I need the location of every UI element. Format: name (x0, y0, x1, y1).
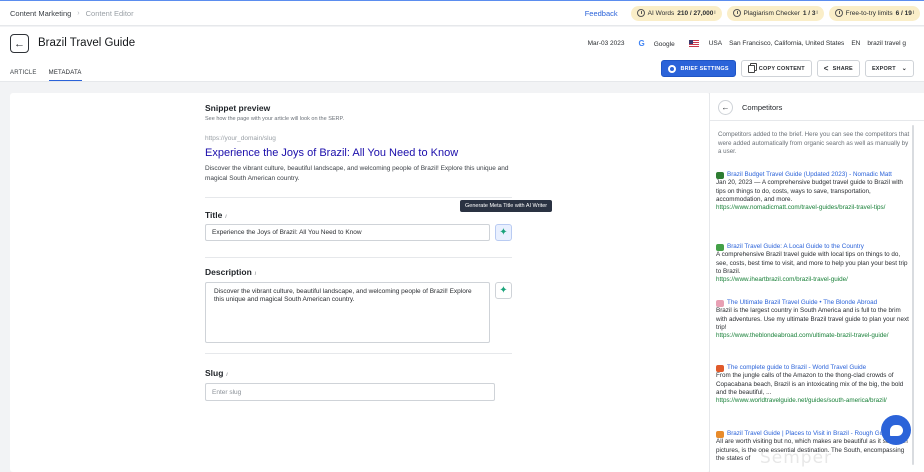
scrollbar[interactable] (912, 125, 914, 465)
snippet-subtitle: See how the page with your article will … (205, 116, 345, 122)
favicon-icon (716, 172, 724, 179)
ai-writer-tooltip: Generate Meta Title with AI Writer (460, 200, 553, 212)
snippet-title: Experience the Joys of Brazil: All You N… (205, 147, 459, 159)
competitor-link[interactable]: Brazil Travel Guide: A Local Guide to th… (716, 243, 912, 251)
top-bar: Content Marketing › Content Editor Feedb… (0, 0, 924, 26)
snippet-url: https://your_domain/slug (205, 135, 276, 142)
copy-icon (747, 64, 755, 73)
competitor-url[interactable]: https://www.worldtravelguide.net/guides/… (716, 397, 912, 405)
info-icon: i (714, 10, 716, 16)
competitor-item: Brazil Travel Guide: A Local Guide to th… (716, 243, 912, 284)
generate-title-ai-button[interactable]: ✦ (495, 224, 512, 241)
description-label: Description i (205, 267, 256, 277)
copy-content-button[interactable]: COPY CONTENT (740, 60, 812, 77)
arrow-left-icon: ← (14, 37, 25, 50)
favicon-icon (716, 244, 724, 251)
title-input[interactable]: Experience the Joys of Brazil: All You N… (205, 224, 490, 241)
share-button[interactable]: < SHARE (816, 60, 860, 77)
snippet-heading: Snippet preview (205, 103, 271, 113)
competitors-description: Competitors added to the brief. Here you… (718, 131, 910, 155)
clock-icon (636, 9, 645, 17)
sparkle-icon: ✦ (499, 285, 508, 296)
info-icon: i (254, 271, 256, 277)
divider (205, 197, 512, 198)
competitor-link[interactable]: Brazil Budget Travel Guide (Updated 2023… (716, 171, 912, 179)
page-title: Brazil Travel Guide (38, 37, 136, 49)
favicon-icon (716, 300, 724, 307)
generate-description-ai-button[interactable]: ✦ (495, 282, 512, 299)
snippet-description: Discover the vibrant culture, beautiful … (205, 165, 509, 182)
brief-meta: Mar-03 2023 G Google USA San Francisco, C… (581, 39, 906, 48)
competitor-url[interactable]: https://www.theblondeabroad.com/ultimate… (716, 332, 912, 340)
competitors-back-button[interactable]: ← (718, 100, 733, 115)
slug-label: Slug i (205, 368, 228, 378)
info-icon: i (225, 214, 227, 220)
watermark: Semper (760, 448, 833, 468)
feedback-link[interactable]: Feedback (585, 9, 618, 18)
country: USA (682, 39, 722, 47)
share-icon: < (823, 64, 829, 73)
chat-bubble-icon (889, 424, 903, 436)
competitors-header: ← Competitors (710, 93, 924, 121)
sparkle-icon: ✦ (499, 227, 508, 238)
google-icon: G (638, 39, 645, 48)
header-actions: BRIEF SETTINGS COPY CONTENT < SHARE EXPOR… (656, 60, 914, 77)
us-flag-icon (688, 39, 699, 47)
description-textarea[interactable]: Discover the vibrant culture, beautiful … (205, 282, 490, 343)
plagiarism-badge[interactable]: Plagiarism Checker 1 / 3i (726, 5, 824, 21)
divider (205, 353, 512, 354)
location: San Francisco, California, United States (729, 40, 845, 47)
breadcrumb-content-marketing[interactable]: Content Marketing (10, 9, 71, 18)
brief-date: Mar-03 2023 (587, 40, 625, 47)
competitor-item: Brazil Budget Travel Guide (Updated 2023… (716, 171, 912, 212)
back-button[interactable]: ← (10, 34, 29, 53)
metadata-panel: Snippet preview See how the page with yo… (10, 93, 710, 472)
info-icon: i (816, 10, 818, 16)
chat-widget-button[interactable] (881, 415, 911, 445)
competitor-url[interactable]: https://www.iheartbrazil.com/brazil-trav… (716, 276, 912, 284)
tab-article[interactable]: ARTICLE (10, 70, 37, 81)
export-button[interactable]: EXPORT ⌄ (864, 60, 914, 77)
competitor-link[interactable]: The Ultimate Brazil Travel Guide • The B… (716, 299, 912, 307)
info-icon: i (912, 10, 914, 16)
free-try-badge[interactable]: Free-to-try limits 6 / 19 i (828, 5, 920, 21)
brief-settings-button[interactable]: BRIEF SETTINGS (661, 60, 736, 77)
competitor-item: The complete guide to Brazil - World Tra… (716, 364, 912, 405)
clock-icon (834, 9, 843, 17)
competitor-link[interactable]: The complete guide to Brazil - World Tra… (716, 364, 912, 372)
breadcrumb-separator: › (77, 9, 80, 17)
title-label: Title i (205, 210, 227, 220)
search-engine: G Google (638, 39, 675, 48)
competitor-item: The Ultimate Brazil Travel Guide • The B… (716, 299, 912, 340)
divider (205, 257, 512, 258)
clock-icon (732, 9, 741, 17)
competitors-title: Competitors (742, 103, 783, 112)
editor-tabs: ARTICLE METADATA (10, 70, 94, 81)
slug-input[interactable]: Enter slug (205, 383, 495, 401)
editor-header: ← Brazil Travel Guide Mar-03 2023 G Googl… (0, 27, 924, 82)
breadcrumb-content-editor: Content Editor (85, 8, 134, 18)
ai-words-badge[interactable]: AI Words 210 / 27,000 i (630, 5, 722, 21)
info-icon: i (226, 372, 228, 378)
tab-metadata[interactable]: METADATA (48, 70, 82, 81)
arrow-left-icon: ← (721, 103, 730, 112)
keyword: brazil travel g (867, 40, 906, 47)
breadcrumb: Content Marketing › Content Editor (0, 9, 134, 18)
language: EN (851, 40, 861, 47)
favicon-icon (716, 365, 724, 372)
favicon-icon (716, 431, 724, 438)
chevron-down-icon: ⌄ (901, 66, 907, 72)
gear-icon (668, 64, 677, 73)
competitor-url[interactable]: https://www.nomadicmatt.com/travel-guide… (716, 204, 912, 212)
